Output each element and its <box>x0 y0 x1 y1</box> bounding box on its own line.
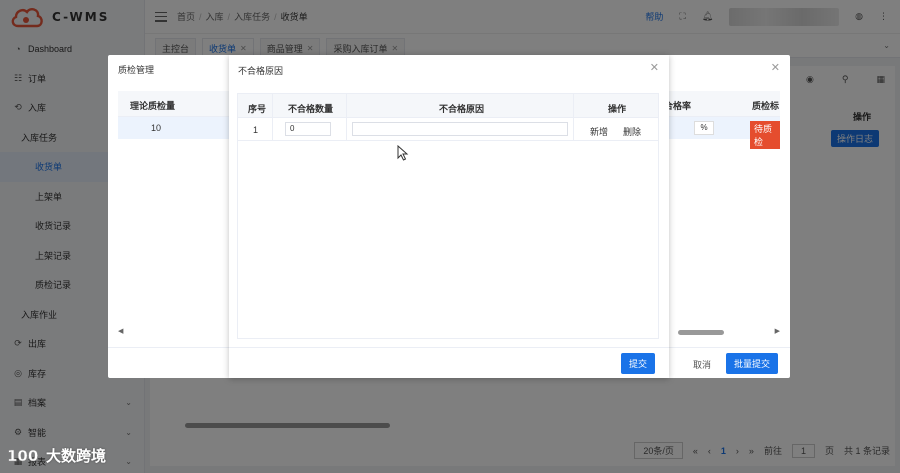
close-icon[interactable]: ✕ <box>650 61 659 74</box>
row-index: 1 <box>253 125 259 135</box>
submit-button[interactable]: 提交 <box>621 353 656 374</box>
reason-table: 序号 不合格数量 不合格原因 操作 1 0 新增 删除 <box>237 93 659 339</box>
theory-qty-value: 10 <box>151 123 162 133</box>
cancel-button[interactable]: 取消 <box>693 354 711 375</box>
unqualified-qty-input[interactable]: 0 <box>285 122 331 136</box>
batch-submit-button[interactable]: 批量提交 <box>726 353 779 374</box>
column-header-operation: 操作 <box>608 104 627 114</box>
divider <box>229 347 669 348</box>
scroll-left-icon[interactable]: ◀ <box>118 327 123 335</box>
add-row-button[interactable]: 新增 <box>590 125 608 138</box>
watermark-text: 大数跨境 <box>46 446 107 465</box>
dialog-title: 质检管理 <box>118 65 155 75</box>
table-row: 1 0 新增 删除 <box>238 118 658 141</box>
watermark-badge: 100 <box>7 447 38 465</box>
table-header: 序号 不合格数量 不合格原因 操作 <box>238 94 658 118</box>
status-badge: 待质检 <box>750 121 780 149</box>
column-header-unqualified-reason: 不合格原因 <box>439 104 485 114</box>
column-header-unqualified-qty: 不合格数量 <box>288 104 334 114</box>
unqualified-reason-dialog: 不合格原因 ✕ 序号 不合格数量 不合格原因 操作 1 0 新增 删除 提交 <box>229 55 669 378</box>
watermark: 100 大数跨境 <box>6 444 106 466</box>
mouse-cursor-icon <box>397 145 409 161</box>
column-header-theory-qty: 理论质检量 <box>130 101 176 111</box>
scroll-right-icon[interactable]: ▶ <box>775 327 780 335</box>
unqualified-reason-input[interactable] <box>352 122 568 136</box>
column-header-index: 序号 <box>248 104 267 114</box>
close-icon[interactable]: ✕ <box>771 61 780 74</box>
dialog-title: 不合格原因 <box>238 66 284 76</box>
delete-row-button[interactable]: 删除 <box>623 125 641 138</box>
pass-rate-input[interactable]: % <box>694 121 714 135</box>
column-header-qc-status: 质检标 <box>752 101 780 111</box>
watermark-logo-icon: 100 <box>7 447 39 465</box>
